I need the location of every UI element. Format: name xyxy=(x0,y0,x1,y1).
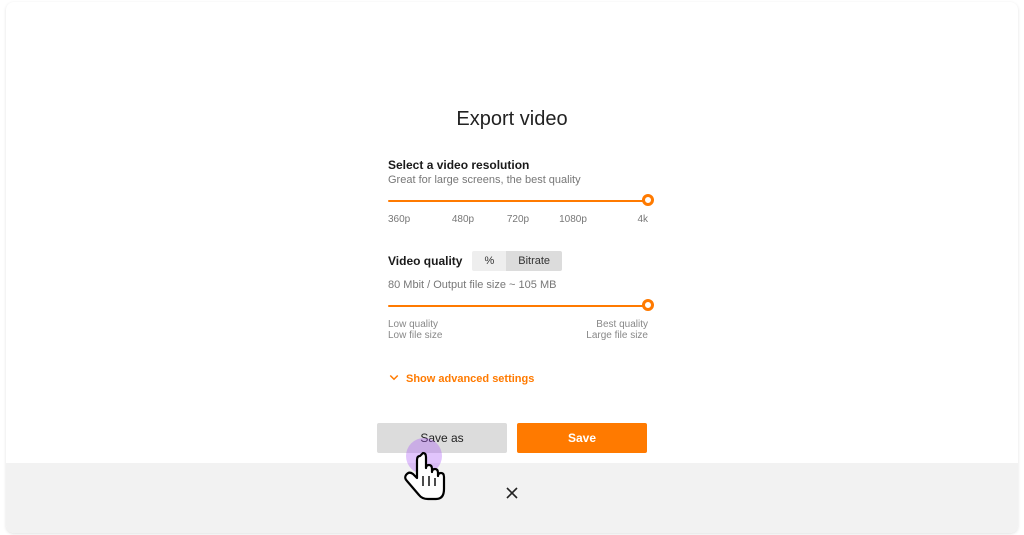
resolution-slider-thumb[interactable] xyxy=(642,194,654,206)
resolution-heading: Select a video resolution xyxy=(388,158,648,172)
quality-low-line2: Low file size xyxy=(388,330,442,341)
close-icon xyxy=(504,488,520,505)
export-dialog: Export video Select a video resolution G… xyxy=(6,2,1018,533)
resolution-ticks: 360p 480p 720p 1080p 4k xyxy=(388,214,648,225)
resolution-slider[interactable] xyxy=(388,194,648,208)
quality-slider-thumb[interactable] xyxy=(642,299,654,311)
quality-heading: Video quality xyxy=(388,254,462,268)
quality-high-labels: Best quality Large file size xyxy=(586,319,648,341)
dialog-action-row: Save as Save xyxy=(6,423,1018,463)
quality-slider[interactable] xyxy=(388,299,648,313)
quality-low-line1: Low quality xyxy=(388,319,442,330)
quality-high-line1: Best quality xyxy=(586,319,648,330)
dialog-footer xyxy=(6,463,1018,533)
resolution-tick: 360p xyxy=(388,214,428,225)
quality-readout: 80 Mbit / Output file size ~ 105 MB xyxy=(388,279,648,291)
resolution-tick: 4k xyxy=(608,214,648,225)
advanced-settings-label: Show advanced settings xyxy=(406,373,534,385)
show-advanced-settings[interactable]: Show advanced settings xyxy=(388,371,648,386)
dialog-title: Export video xyxy=(6,108,1018,131)
resolution-tick: 1080p xyxy=(553,214,593,225)
quality-high-line2: Large file size xyxy=(586,330,648,341)
chevron-down-icon xyxy=(388,371,400,386)
quality-range-labels: Low quality Low file size Best quality L… xyxy=(388,319,648,341)
quality-mode-toggle: % Bitrate xyxy=(472,251,562,271)
quality-mode-row: Video quality % Bitrate xyxy=(388,251,648,271)
quality-mode-percent[interactable]: % xyxy=(472,251,506,271)
resolution-slider-track xyxy=(388,200,648,202)
close-button[interactable] xyxy=(504,485,520,501)
quality-mode-bitrate[interactable]: Bitrate xyxy=(506,251,562,271)
dialog-content: Select a video resolution Great for larg… xyxy=(388,158,648,386)
resolution-subtitle: Great for large screens, the best qualit… xyxy=(388,174,648,186)
resolution-tick: 720p xyxy=(498,214,538,225)
save-as-button[interactable]: Save as xyxy=(377,423,507,453)
resolution-tick: 480p xyxy=(443,214,483,225)
quality-low-labels: Low quality Low file size xyxy=(388,319,442,341)
save-button[interactable]: Save xyxy=(517,423,647,453)
quality-slider-track xyxy=(388,305,648,307)
